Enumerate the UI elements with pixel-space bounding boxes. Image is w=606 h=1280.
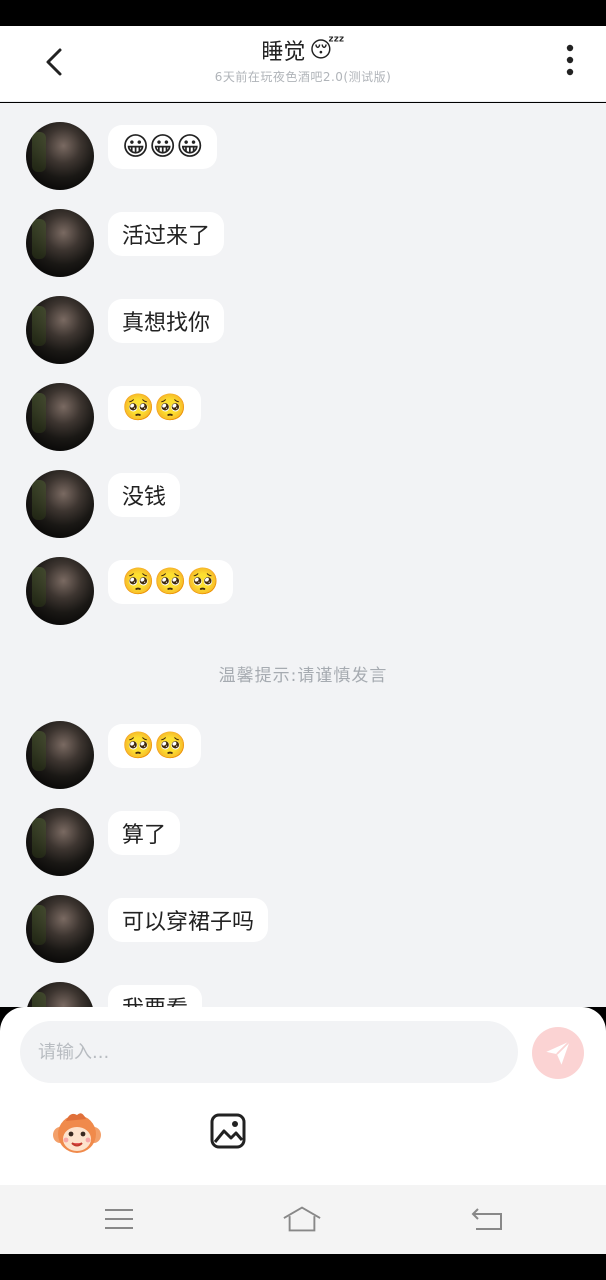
message-bubble[interactable]: 算了 <box>108 811 181 855</box>
message-bubble[interactable]: 😀😀😀 <box>108 125 218 169</box>
message-bubble[interactable]: 真想找你 <box>108 299 225 343</box>
more-vertical-icon <box>566 44 574 76</box>
emoji-picker-button[interactable] <box>52 1109 102 1157</box>
presence-status: 6天前在玩夜色酒吧2.0(测试版) <box>214 70 392 84</box>
avatar[interactable] <box>26 721 94 789</box>
message-bubble[interactable]: 没钱 <box>108 473 181 517</box>
system-notice: 温馨提示:请谨慎发言 <box>218 666 388 686</box>
message-row: 🥺🥺 <box>26 383 201 451</box>
chat-header: 睡觉 😴 6天前在玩夜色酒吧2.0(测试版) <box>0 26 606 102</box>
chat-title-area: 睡觉 😴 6天前在玩夜色酒吧2.0(测试版) <box>150 34 456 85</box>
avatar[interactable] <box>26 982 94 1007</box>
return-icon <box>471 1208 502 1230</box>
page-title: 睡觉 😴 <box>261 34 344 66</box>
message-input[interactable] <box>20 1021 518 1083</box>
menu-lines-icon <box>105 1209 133 1229</box>
sleeping-face-icon: 😴 <box>309 37 345 63</box>
message-composer <box>0 1007 606 1185</box>
avatar[interactable] <box>26 122 94 190</box>
chevron-left-icon <box>46 48 62 76</box>
avatar[interactable] <box>26 383 94 451</box>
status-bar <box>0 0 606 26</box>
system-navigation-bar <box>0 1185 606 1254</box>
image-picker-button[interactable] <box>206 1109 250 1153</box>
message-row: 🥺🥺 <box>26 721 201 789</box>
message-bubble[interactable]: 活过来了 <box>108 212 225 256</box>
paper-plane-icon <box>546 1040 571 1065</box>
message-bubble[interactable]: 我要看 <box>108 985 203 1007</box>
message-row: 😀😀😀 <box>26 122 218 190</box>
message-bubble[interactable]: 🥺🥺 <box>108 386 201 430</box>
nav-home-button[interactable] <box>282 1201 322 1237</box>
message-row: 算了 <box>26 808 181 876</box>
avatar[interactable] <box>26 296 94 364</box>
message-row: 我要看 <box>26 982 203 1007</box>
avatar[interactable] <box>26 808 94 876</box>
send-button[interactable] <box>532 1027 584 1079</box>
image-icon <box>210 1113 246 1149</box>
more-options-button[interactable] <box>552 40 588 80</box>
avatar[interactable] <box>26 209 94 277</box>
message-bubble[interactable]: 🥺🥺🥺 <box>108 560 234 604</box>
home-icon <box>283 1206 321 1232</box>
avatar[interactable] <box>26 557 94 625</box>
message-row: 没钱 <box>26 470 181 538</box>
back-button[interactable] <box>34 42 74 82</box>
avatar[interactable] <box>26 895 94 963</box>
monkey-face-icon <box>53 1113 101 1153</box>
message-row: 真想找你 <box>26 296 225 364</box>
avatar[interactable] <box>26 470 94 538</box>
nav-menu-button[interactable] <box>99 1201 139 1237</box>
message-row: 活过来了 <box>26 209 225 277</box>
message-bubble[interactable]: 可以穿裙子吗 <box>108 898 269 942</box>
message-row: 可以穿裙子吗 <box>26 895 269 963</box>
bottom-black-strip <box>0 1254 606 1280</box>
message-row: 🥺🥺🥺 <box>26 557 234 625</box>
nav-back-button[interactable] <box>468 1201 508 1237</box>
title-text: 睡觉 <box>261 40 306 65</box>
message-bubble[interactable]: 🥺🥺 <box>108 724 201 768</box>
message-list[interactable]: 😀😀😀 活过来了 真想找你 🥺🥺 没钱 🥺🥺🥺 温馨提示:请谨慎发言 🥺🥺 算了… <box>0 103 606 1007</box>
